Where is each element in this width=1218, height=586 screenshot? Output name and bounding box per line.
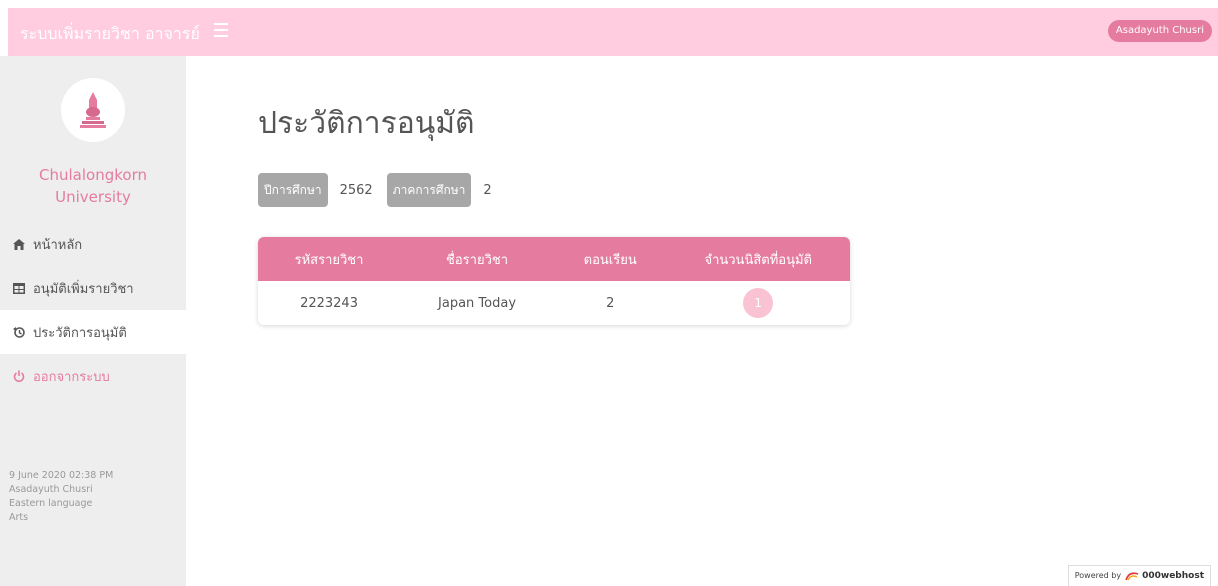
year-value: 2562: [339, 182, 373, 198]
table-header-row: รหัสรายวิชา ชื่อรายวิชา ตอนเรียน จำนวนนิ…: [258, 237, 850, 281]
sidebar-item-home[interactable]: หน้าหลัก: [0, 222, 186, 266]
sidebar-item-label: อนุมัติเพิ่มรายวิชา: [33, 281, 134, 297]
app-title: ระบบเพิ่มรายวิชา: [20, 24, 140, 43]
main-content: ประวัติการอนุมัติ ปีการศึกษา 2562 ภาคการ…: [186, 56, 1218, 586]
column-header-name: ชื่อรายวิชา: [400, 237, 554, 281]
university-emblem-icon: [80, 92, 106, 128]
info-datetime: 9 June 2020 02:38 PM: [9, 470, 114, 481]
powered-by-badge[interactable]: Powered by 000webhost: [1067, 565, 1211, 586]
university-name: Chulalongkorn University: [0, 164, 186, 208]
year-filter-button[interactable]: ปีการศึกษา: [258, 173, 328, 207]
top-navbar: ระบบเพิ่มรายวิชา อาจารย์ Asadayuth Chusr…: [8, 8, 1218, 56]
user-info: 9 June 2020 02:38 PM Asadayuth Chusri Ea…: [9, 469, 113, 525]
university-name-line1: Chulalongkorn: [39, 166, 147, 184]
cell-section: 2: [606, 295, 615, 311]
table-icon: [13, 282, 25, 294]
info-department: Eastern language: [9, 498, 93, 509]
powered-by-label: Powered by: [1074, 571, 1122, 580]
info-name: Asadayuth Chusri: [9, 484, 93, 495]
approval-history-table: รหัสรายวิชา ชื่อรายวิชา ตอนเรียน จำนวนนิ…: [258, 237, 850, 325]
sidebar-nav: หน้าหลัก อนุมัติเพิ่มรายวิชา ประวัติการอ…: [0, 222, 186, 398]
filter-bar: ปีการศึกษา 2562 ภาคการศึกษา 2: [258, 173, 506, 207]
university-name-line2: University: [55, 188, 131, 206]
home-icon: [13, 238, 25, 250]
sidebar-item-history[interactable]: ประวัติการอนุมัติ: [0, 310, 186, 354]
sidebar-item-approve[interactable]: อนุมัติเพิ่มรายวิชา: [0, 266, 186, 310]
sidebar: Chulalongkorn University หน้าหลัก อนุมัต…: [0, 56, 186, 586]
app-brand[interactable]: ระบบเพิ่มรายวิชา อาจารย์: [20, 22, 200, 47]
cell-course-code: 2223243: [300, 295, 358, 311]
university-logo: [61, 78, 125, 142]
host-name: 000webhost: [1142, 571, 1204, 581]
power-icon: [13, 370, 25, 382]
sidebar-item-label: หน้าหลัก: [33, 237, 83, 253]
semester-value: 2: [483, 182, 492, 198]
column-header-section: ตอนเรียน: [553, 237, 667, 281]
approved-count-badge[interactable]: 1: [743, 288, 774, 318]
table-row: 2223243 Japan Today 2 1: [258, 281, 850, 325]
sidebar-item-label: ออกจากระบบ: [33, 369, 110, 385]
sidebar-item-label: ประวัติการอนุมัติ: [33, 325, 127, 341]
column-header-approved: จำนวนนิสิตที่อนุมัติ: [666, 237, 850, 281]
menu-toggle-icon[interactable]: [214, 23, 228, 37]
role-label: อาจารย์: [144, 24, 200, 43]
cell-course-name: Japan Today: [438, 295, 517, 311]
cell-approved-count: 1: [666, 281, 850, 325]
user-button[interactable]: Asadayuth Chusri: [1107, 20, 1212, 42]
history-icon: [13, 326, 25, 338]
sidebar-item-logout[interactable]: ออกจากระบบ: [0, 354, 186, 398]
column-header-code: รหัสรายวิชา: [258, 237, 401, 281]
info-faculty: Arts: [9, 512, 29, 523]
semester-filter-button[interactable]: ภาคการศึกษา: [386, 173, 472, 207]
page-title: ประวัติการอนุมัติ: [258, 106, 475, 141]
host-logo-icon: [1125, 572, 1139, 581]
